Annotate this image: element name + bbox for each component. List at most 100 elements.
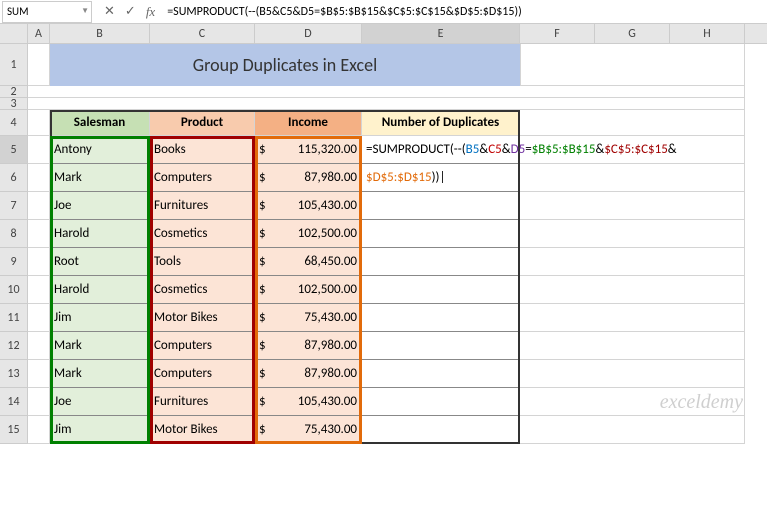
data-salesman[interactable]: Mark xyxy=(50,360,150,388)
data-salesman[interactable]: Root xyxy=(50,248,150,276)
row-header-4[interactable]: 4 xyxy=(0,110,28,136)
cell[interactable] xyxy=(520,416,745,444)
row-header-15[interactable]: 15 xyxy=(0,416,28,444)
cell[interactable] xyxy=(520,304,745,332)
cell[interactable] xyxy=(520,248,745,276)
data-income[interactable]: $87,980.00 xyxy=(255,360,362,388)
data-salesman[interactable]: Jim xyxy=(50,416,150,444)
col-header-b[interactable]: B xyxy=(50,24,150,43)
cell[interactable] xyxy=(28,136,50,164)
data-product[interactable]: Tools xyxy=(150,248,255,276)
data-duplicates[interactable] xyxy=(362,304,520,332)
row-header-1[interactable]: 1 xyxy=(0,44,28,86)
data-product[interactable]: Computers xyxy=(150,332,255,360)
data-duplicates[interactable] xyxy=(362,276,520,304)
col-header-c[interactable]: C xyxy=(150,24,255,43)
name-box[interactable]: SUM ▼ xyxy=(2,1,92,23)
data-product[interactable]: Computers xyxy=(150,164,255,192)
data-income[interactable]: $68,450.00 xyxy=(255,248,362,276)
select-all-corner[interactable] xyxy=(0,24,28,43)
data-salesman[interactable]: Joe xyxy=(50,192,150,220)
data-duplicates[interactable] xyxy=(362,416,520,444)
accept-icon[interactable]: ✓ xyxy=(125,4,136,19)
header-salesman[interactable]: Salesman xyxy=(50,110,150,136)
fx-icon[interactable]: fx xyxy=(146,4,155,20)
cell[interactable] xyxy=(28,220,50,248)
col-header-f[interactable]: F xyxy=(520,24,595,43)
data-duplicates[interactable] xyxy=(362,332,520,360)
data-salesman[interactable]: Antony xyxy=(50,136,150,164)
col-header-e[interactable]: E xyxy=(362,24,520,43)
data-income[interactable]: $102,500.00 xyxy=(255,220,362,248)
data-duplicates[interactable] xyxy=(362,164,520,192)
data-product[interactable]: Books xyxy=(150,136,255,164)
cell[interactable] xyxy=(28,416,50,444)
data-duplicates[interactable] xyxy=(362,248,520,276)
row-header-8[interactable]: 8 xyxy=(0,220,28,248)
row-header-13[interactable]: 13 xyxy=(0,360,28,388)
row-header-11[interactable]: 11 xyxy=(0,304,28,332)
row-header-10[interactable]: 10 xyxy=(0,276,28,304)
cell[interactable] xyxy=(28,248,50,276)
data-duplicates[interactable] xyxy=(362,388,520,416)
data-product[interactable]: Motor Bikes xyxy=(150,304,255,332)
cell[interactable] xyxy=(28,332,50,360)
row-header-12[interactable]: 12 xyxy=(0,332,28,360)
data-salesman[interactable]: Harold xyxy=(50,276,150,304)
data-product[interactable]: Motor Bikes xyxy=(150,416,255,444)
row-header-3[interactable]: 3 xyxy=(0,98,28,110)
cell[interactable] xyxy=(28,192,50,220)
data-duplicates[interactable] xyxy=(362,360,520,388)
row-header-5[interactable]: 5 xyxy=(0,136,28,164)
cell[interactable] xyxy=(520,192,745,220)
cell[interactable] xyxy=(520,360,745,388)
data-product[interactable]: Cosmetics xyxy=(150,220,255,248)
cell[interactable] xyxy=(520,332,745,360)
data-salesman[interactable]: Mark xyxy=(50,164,150,192)
data-salesman[interactable]: Jim xyxy=(50,304,150,332)
cancel-icon[interactable]: ✕ xyxy=(104,4,115,19)
row-header-14[interactable]: 14 xyxy=(0,388,28,416)
data-income[interactable]: $87,980.00 xyxy=(255,164,362,192)
data-duplicates[interactable] xyxy=(362,192,520,220)
data-salesman[interactable]: Harold xyxy=(50,220,150,248)
data-salesman[interactable]: Mark xyxy=(50,332,150,360)
data-duplicates[interactable] xyxy=(362,136,520,164)
data-income[interactable]: $105,430.00 xyxy=(255,192,362,220)
cell[interactable] xyxy=(520,164,745,192)
cell[interactable] xyxy=(28,360,50,388)
col-header-d[interactable]: D xyxy=(255,24,362,43)
data-income[interactable]: $102,500.00 xyxy=(255,276,362,304)
data-income[interactable]: $75,430.00 xyxy=(255,416,362,444)
cell[interactable] xyxy=(28,44,50,86)
data-income[interactable]: $75,430.00 xyxy=(255,304,362,332)
row-header-9[interactable]: 9 xyxy=(0,248,28,276)
header-income[interactable]: Income xyxy=(255,110,362,136)
cell[interactable] xyxy=(28,86,745,98)
formula-input[interactable]: =SUMPRODUCT(--(B5&C5&D5=$B$5:$B$15&$C$5:… xyxy=(163,5,767,19)
title-cell[interactable]: Group Duplicates in Excel xyxy=(50,44,520,86)
data-product[interactable]: Furnitures xyxy=(150,388,255,416)
data-product[interactable]: Cosmetics xyxy=(150,276,255,304)
cell[interactable] xyxy=(520,44,745,86)
cell[interactable] xyxy=(28,276,50,304)
cell[interactable] xyxy=(520,110,745,136)
header-duplicates[interactable]: Number of Duplicates xyxy=(362,110,520,136)
cell[interactable] xyxy=(28,98,745,110)
cell[interactable] xyxy=(520,276,745,304)
cell[interactable] xyxy=(28,388,50,416)
chevron-down-icon[interactable]: ▼ xyxy=(81,6,89,16)
data-product[interactable]: Furnitures xyxy=(150,192,255,220)
cell[interactable] xyxy=(28,110,50,136)
col-header-h[interactable]: H xyxy=(670,24,745,43)
cell[interactable] xyxy=(520,388,745,416)
data-product[interactable]: Computers xyxy=(150,360,255,388)
data-duplicates[interactable] xyxy=(362,220,520,248)
col-header-a[interactable]: A xyxy=(28,24,50,43)
col-header-g[interactable]: G xyxy=(595,24,670,43)
data-income[interactable]: $87,980.00 xyxy=(255,332,362,360)
data-salesman[interactable]: Joe xyxy=(50,388,150,416)
row-header-6[interactable]: 6 xyxy=(0,164,28,192)
data-income[interactable]: $115,320.00 xyxy=(255,136,362,164)
cell[interactable] xyxy=(28,164,50,192)
